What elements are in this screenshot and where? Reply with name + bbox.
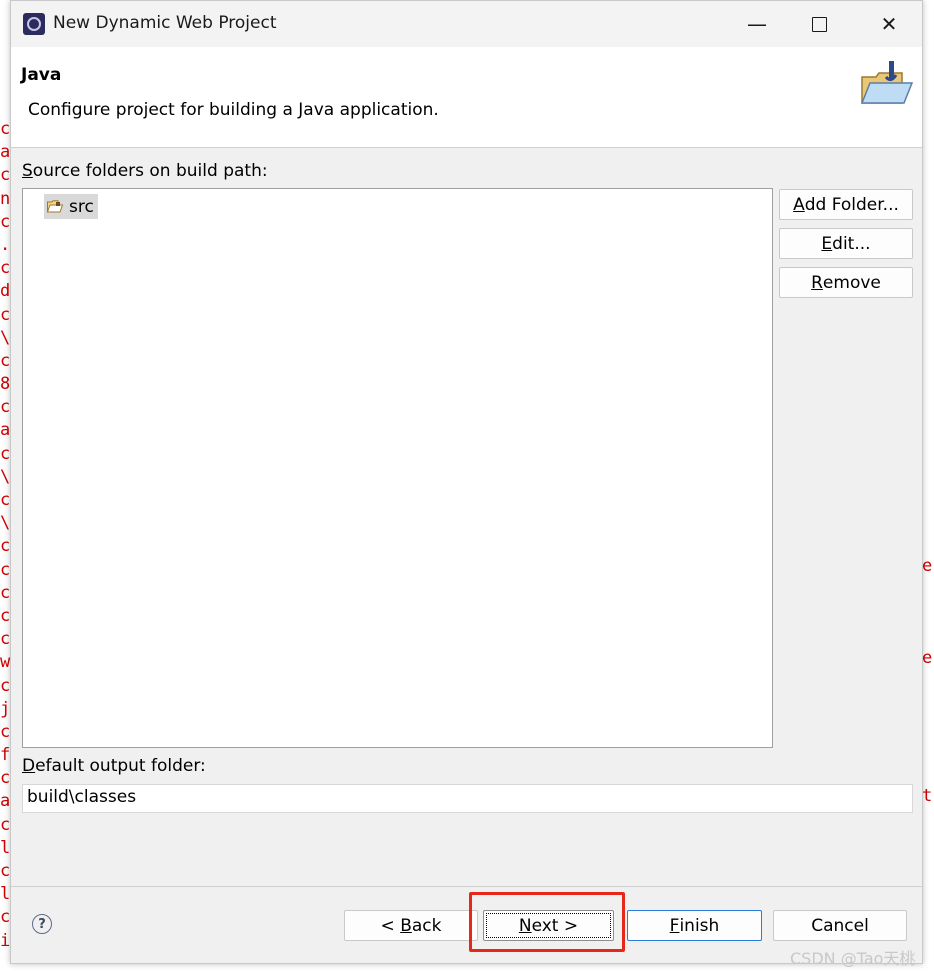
tree-item-src[interactable]: src (44, 194, 98, 219)
bg-right-char: e (922, 648, 933, 668)
default-output-folder-field[interactable]: build\classes (22, 784, 913, 813)
source-folders-label: Source folders on build path: (22, 161, 268, 181)
close-icon: ✕ (880, 12, 898, 36)
minimize-icon: — (747, 12, 767, 36)
title-bar: New Dynamic Web Project — ✕ (11, 1, 922, 47)
page-title: Java (21, 65, 62, 85)
footer-divider (11, 886, 922, 887)
help-icon[interactable]: ? (32, 914, 52, 934)
next-button[interactable]: Next > (483, 910, 614, 941)
eclipse-icon (23, 13, 45, 35)
add-folder-button[interactable]: Add Folder... (779, 189, 913, 220)
maximize-button[interactable] (786, 1, 852, 47)
edit-button[interactable]: Edit... (779, 228, 913, 259)
source-folders-tree[interactable]: src (22, 188, 773, 748)
finish-button[interactable]: Finish (627, 910, 762, 941)
minimize-button[interactable]: — (724, 1, 790, 47)
new-dynamic-web-project-dialog: New Dynamic Web Project — ✕ Java Configu… (10, 0, 923, 964)
tree-item-label: src (69, 196, 94, 217)
back-button[interactable]: < Back (344, 910, 478, 941)
close-button[interactable]: ✕ (856, 1, 922, 47)
window-title: New Dynamic Web Project (53, 13, 277, 33)
bg-right-char: t (922, 786, 933, 806)
page-description: Configure project for building a Java ap… (28, 100, 439, 120)
cancel-button[interactable]: Cancel (773, 910, 907, 941)
maximize-icon (811, 16, 827, 32)
remove-button[interactable]: Remove (779, 267, 913, 298)
watermark: CSDN @Tao天桃 (790, 949, 916, 968)
java-folder-icon (860, 61, 914, 104)
source-folder-icon (47, 200, 63, 213)
background-editor-right: e e t (922, 0, 934, 973)
wizard-header: Java Configure project for building a Ja… (11, 47, 922, 148)
default-output-folder-label: Default output folder: (22, 756, 206, 776)
bg-right-char: e (922, 556, 933, 576)
